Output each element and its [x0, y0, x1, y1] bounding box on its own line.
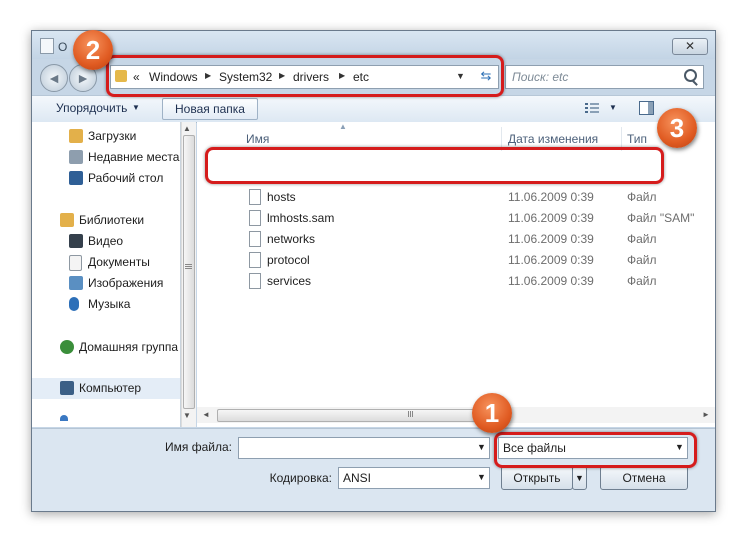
file-type: Файл [627, 232, 657, 246]
scroll-right-icon[interactable]: ► [702, 410, 710, 419]
file-row-hosts[interactable]: hosts 11.06.2009 0:39 Файл [197, 187, 715, 208]
file-name: lmhosts.sam [267, 211, 335, 225]
open-button[interactable]: Открыть [501, 466, 573, 490]
nav-item-video[interactable]: Видео [32, 231, 180, 252]
network-icon [60, 415, 68, 421]
file-row-services[interactable]: services 11.06.2009 0:39 Файл [197, 271, 715, 292]
file-type: Файл [627, 253, 657, 267]
nav-label: Музыка [88, 297, 131, 311]
file-type: Файл "SAM" [627, 211, 695, 225]
pictures-icon [69, 276, 83, 290]
command-bar: Упорядочить ▼ Новая папка ▼ [32, 95, 715, 123]
nav-label: Видео [88, 234, 124, 248]
file-name: services [267, 274, 312, 288]
documents-icon [69, 255, 82, 271]
video-icon [69, 234, 83, 248]
highlight-filetype [494, 432, 697, 468]
recent-places-icon [69, 150, 83, 164]
file-name: protocol [267, 253, 310, 267]
file-row-networks[interactable]: networks 11.06.2009 0:39 Файл [197, 229, 715, 250]
scroll-down-icon[interactable]: ▼ [183, 411, 191, 420]
encoding-select[interactable]: ANSI ▼ [338, 467, 490, 489]
nav-item-documents[interactable]: Документы [32, 252, 180, 273]
search-placeholder: Поиск: etc [512, 70, 569, 84]
file-row-protocol[interactable]: protocol 11.06.2009 0:39 Файл [197, 250, 715, 271]
nav-item-downloads[interactable]: Загрузки [32, 126, 180, 147]
file-date: 11.06.2009 0:39 [508, 253, 594, 267]
notepad-icon [40, 38, 54, 54]
file-icon [249, 252, 261, 268]
file-icon [249, 189, 261, 205]
desktop-icon [69, 171, 83, 185]
new-folder-button[interactable]: Новая папка [162, 98, 258, 120]
downloads-icon [69, 129, 83, 143]
nav-scrollbar-thumb[interactable] [183, 135, 195, 409]
scroll-grip-icon [185, 264, 192, 265]
nav-item-desktop[interactable]: Рабочий стол [32, 168, 180, 189]
nav-label: Загрузки [88, 129, 137, 143]
nav-item-libraries[interactable]: Библиотеки [32, 210, 180, 231]
file-row-lmhosts[interactable]: lmhosts.sam 11.06.2009 0:39 Файл "SAM" [197, 208, 715, 229]
step-badge-2: 2 [73, 30, 113, 70]
file-list-hscroll-thumb[interactable] [217, 409, 497, 422]
views-dropdown-icon[interactable]: ▼ [609, 103, 617, 112]
nav-item-music[interactable]: Музыка [32, 294, 180, 315]
file-date: 11.06.2009 0:39 [508, 274, 594, 288]
nav-item-recent-places[interactable]: Недавние места [32, 147, 180, 168]
organize-button[interactable]: Упорядочить [56, 101, 127, 115]
column-name[interactable]: Имя [246, 132, 269, 146]
filename-input[interactable]: ▼ [238, 437, 490, 459]
step-badge-1: 1 [472, 393, 512, 433]
organize-dropdown-icon[interactable]: ▼ [132, 103, 140, 112]
music-icon [69, 297, 79, 311]
column-date-modified[interactable]: Дата изменения [508, 132, 598, 146]
nav-label: Библиотеки [79, 213, 145, 227]
nav-label: Документы [88, 255, 150, 269]
encoding-value: ANSI [343, 471, 372, 485]
nav-label: Недавние места [88, 150, 180, 164]
cancel-button[interactable]: Отмена [600, 466, 688, 490]
step-badge-3: 3 [657, 108, 697, 148]
scroll-up-icon[interactable]: ▲ [183, 124, 191, 133]
hscroll-grip-icon [408, 411, 409, 417]
file-date: 11.06.2009 0:39 [508, 232, 594, 246]
close-button[interactable]: ✕ [672, 38, 708, 55]
nav-item-pictures[interactable]: Изображения [32, 273, 180, 294]
file-name: hosts [267, 190, 296, 204]
homegroup-icon [60, 340, 74, 354]
computer-icon [60, 381, 74, 395]
encoding-label: Кодировка: [269, 471, 332, 485]
nav-label: Компьютер [79, 381, 142, 395]
navigation-pane: Загрузки Недавние места Рабочий стол Биб… [32, 122, 181, 427]
open-dropdown-icon[interactable]: ▼ [572, 466, 587, 490]
preview-pane-icon[interactable] [639, 101, 654, 115]
back-button[interactable]: ◄ [40, 64, 68, 92]
file-date: 11.06.2009 0:39 [508, 190, 594, 204]
sort-ascending-icon: ▲ [339, 122, 347, 131]
highlight-address-bar [106, 55, 504, 97]
scroll-left-icon[interactable]: ◄ [202, 410, 210, 419]
search-icon[interactable] [684, 69, 697, 82]
nav-item-homegroup[interactable]: Домашняя группа [32, 337, 180, 358]
filename-dropdown-icon[interactable]: ▼ [477, 442, 486, 452]
window-title: О [58, 40, 68, 54]
column-type[interactable]: Тип [627, 132, 647, 146]
file-name: networks [267, 232, 316, 246]
file-date: 11.06.2009 0:39 [508, 211, 594, 225]
file-type: Файл [627, 274, 657, 288]
nav-label: Рабочий стол [88, 171, 164, 185]
file-icon [249, 273, 261, 289]
nav-item-computer[interactable]: Компьютер [32, 378, 180, 399]
file-type: Файл [627, 190, 657, 204]
libraries-icon [60, 213, 74, 227]
search-input[interactable]: Поиск: etc [505, 65, 704, 89]
file-icon [249, 210, 261, 226]
views-icon[interactable] [585, 102, 599, 114]
file-icon [249, 231, 261, 247]
nav-label: Изображения [88, 276, 164, 290]
encoding-dropdown-icon[interactable]: ▼ [477, 472, 486, 482]
nav-label: Домашняя группа [79, 340, 179, 354]
filename-label: Имя файла: [165, 440, 232, 454]
highlight-hosts-row [205, 147, 664, 184]
